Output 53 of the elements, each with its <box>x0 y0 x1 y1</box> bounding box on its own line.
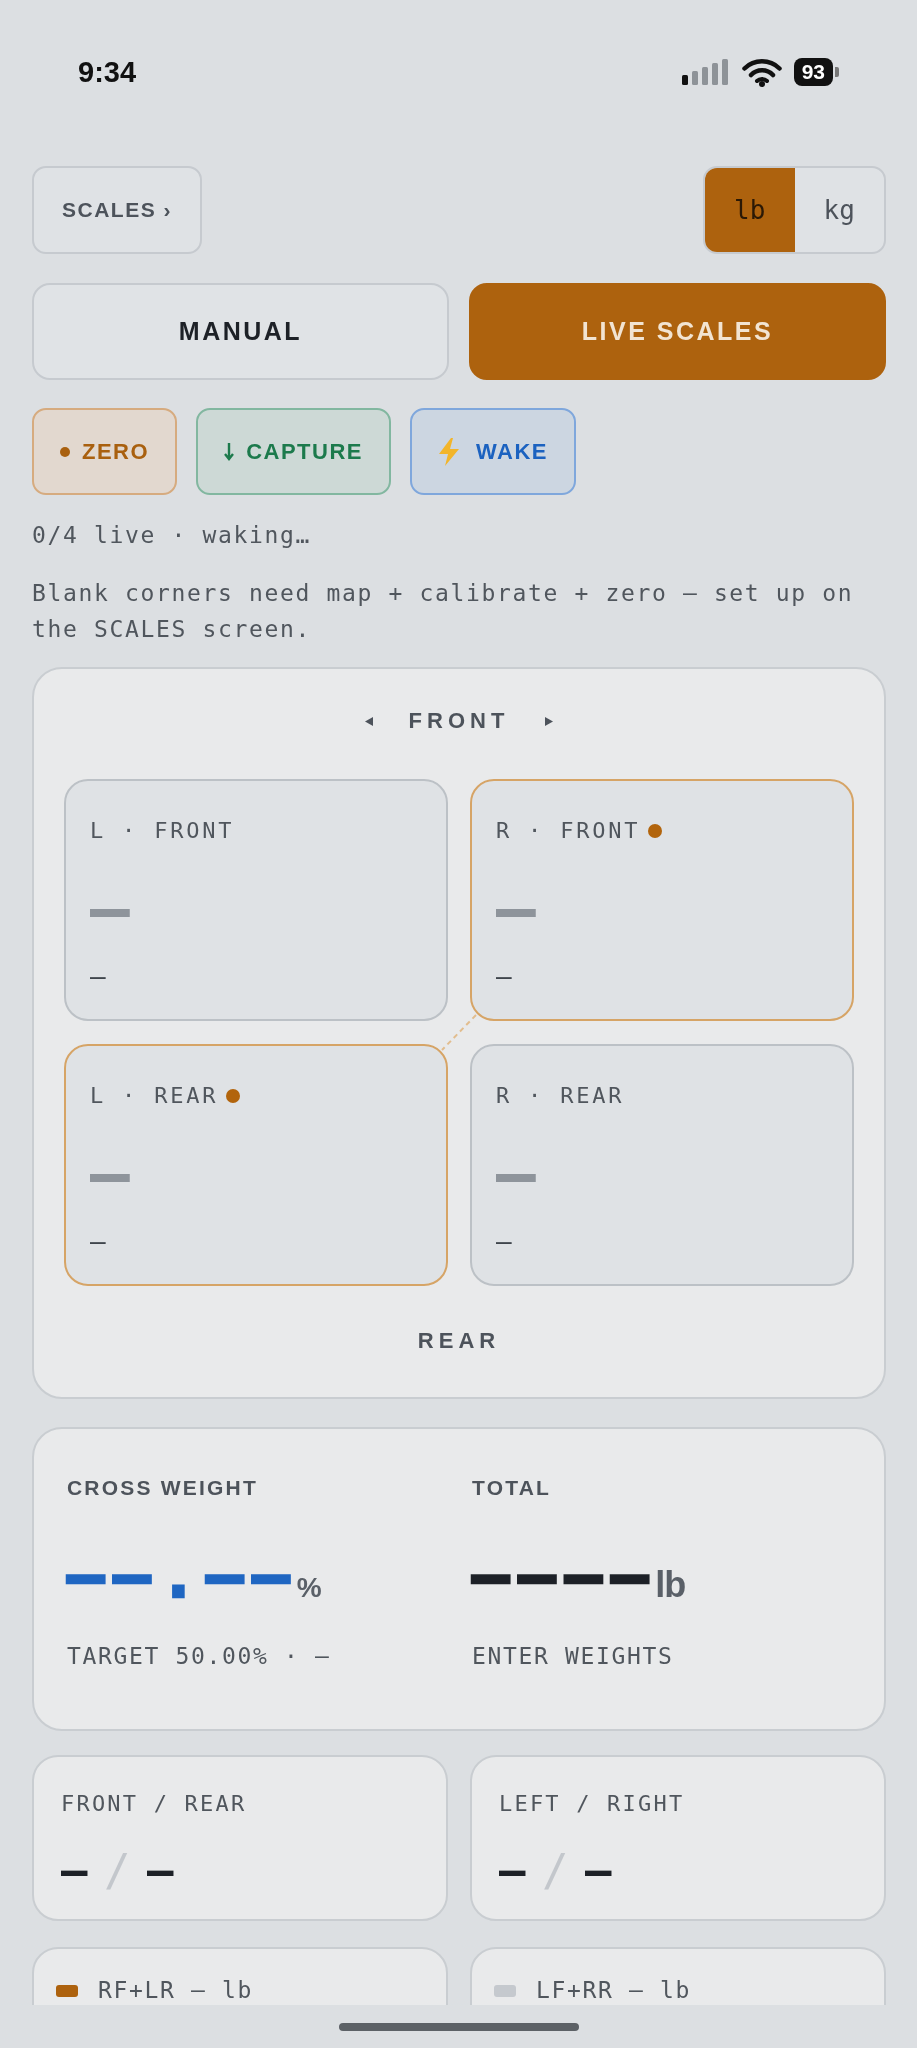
zero-button[interactable]: ZERO <box>32 408 178 495</box>
diagonal-connector <box>441 1014 477 1051</box>
status-time: 9:34 <box>78 55 137 89</box>
corner-subvalue: — <box>90 1227 106 1255</box>
front-label: FRONT <box>408 707 510 735</box>
unit-label: lb <box>655 1563 686 1607</box>
unit-option[interactable]: lb <box>705 168 795 252</box>
summary-label: CROSS WEIGHT <box>67 1475 258 1501</box>
corner-subvalue: — <box>496 962 512 990</box>
corner-card[interactable]: L · REAR — — <box>64 1044 448 1286</box>
corner-subvalue: — <box>90 962 106 990</box>
status-dot-icon <box>648 824 663 838</box>
mode-tab[interactable]: LIVE SCALES <box>469 283 886 380</box>
weight-value: — <box>496 883 536 935</box>
hint-text: Blank corners need map + calibrate + zero — set up on the SCALES screen. <box>32 579 855 644</box>
unit-label: % <box>296 1571 322 1605</box>
summary-note: ENTER WEIGHTS <box>472 1642 674 1671</box>
wifi-icon <box>741 57 782 87</box>
corner-subvalue: — <box>496 1227 512 1255</box>
split-value: — / — <box>499 1846 612 1896</box>
corner-card[interactable]: R · REAR — — <box>470 1044 854 1286</box>
weight-value: — <box>90 1148 130 1200</box>
dot-icon <box>60 446 70 457</box>
corner-label: R · REAR <box>496 1082 625 1110</box>
scales-button[interactable]: SCALES › <box>32 166 202 254</box>
corner-label: L · FRONT <box>90 817 235 845</box>
summary-note: TARGET 50.00% · — <box>67 1642 331 1671</box>
mode-tab[interactable]: MANUAL <box>32 283 449 380</box>
corner-label: L · REAR <box>90 1082 219 1110</box>
corner-card[interactable]: R · FRONT — — <box>470 779 854 1021</box>
corner-label: R · FRONT <box>496 817 641 845</box>
split-value: — / — <box>61 1846 174 1896</box>
wake-button[interactable]: WAKE <box>409 408 576 495</box>
signal-icon <box>681 59 730 85</box>
total-weight-value: ———— <box>472 1541 658 1611</box>
down-arrow-icon <box>224 442 235 461</box>
weight-value: — <box>496 1148 536 1200</box>
rear-label: REAR <box>417 1327 501 1355</box>
right-triangle-icon <box>545 716 554 726</box>
unit-option[interactable]: kg <box>794 168 884 252</box>
diagonal-text: LF+RR — lb <box>536 1977 691 2003</box>
summary-label: TOTAL <box>472 1475 552 1501</box>
split-label: LEFT / RIGHT <box>499 1791 685 1817</box>
status-text: 0/4 live · waking… <box>32 521 311 550</box>
diagonal-text: RF+LR — lb <box>98 1977 253 2003</box>
left-triangle-icon <box>364 716 373 726</box>
battery-indicator: 93 <box>793 58 839 86</box>
weight-value: — <box>90 883 130 935</box>
status-dot-icon <box>226 1089 241 1103</box>
split-label: FRONT / REAR <box>61 1791 247 1817</box>
corner-card[interactable]: L · FRONT — — <box>64 779 448 1021</box>
lightning-icon <box>437 437 460 466</box>
capture-button[interactable]: CAPTURE <box>196 408 391 495</box>
